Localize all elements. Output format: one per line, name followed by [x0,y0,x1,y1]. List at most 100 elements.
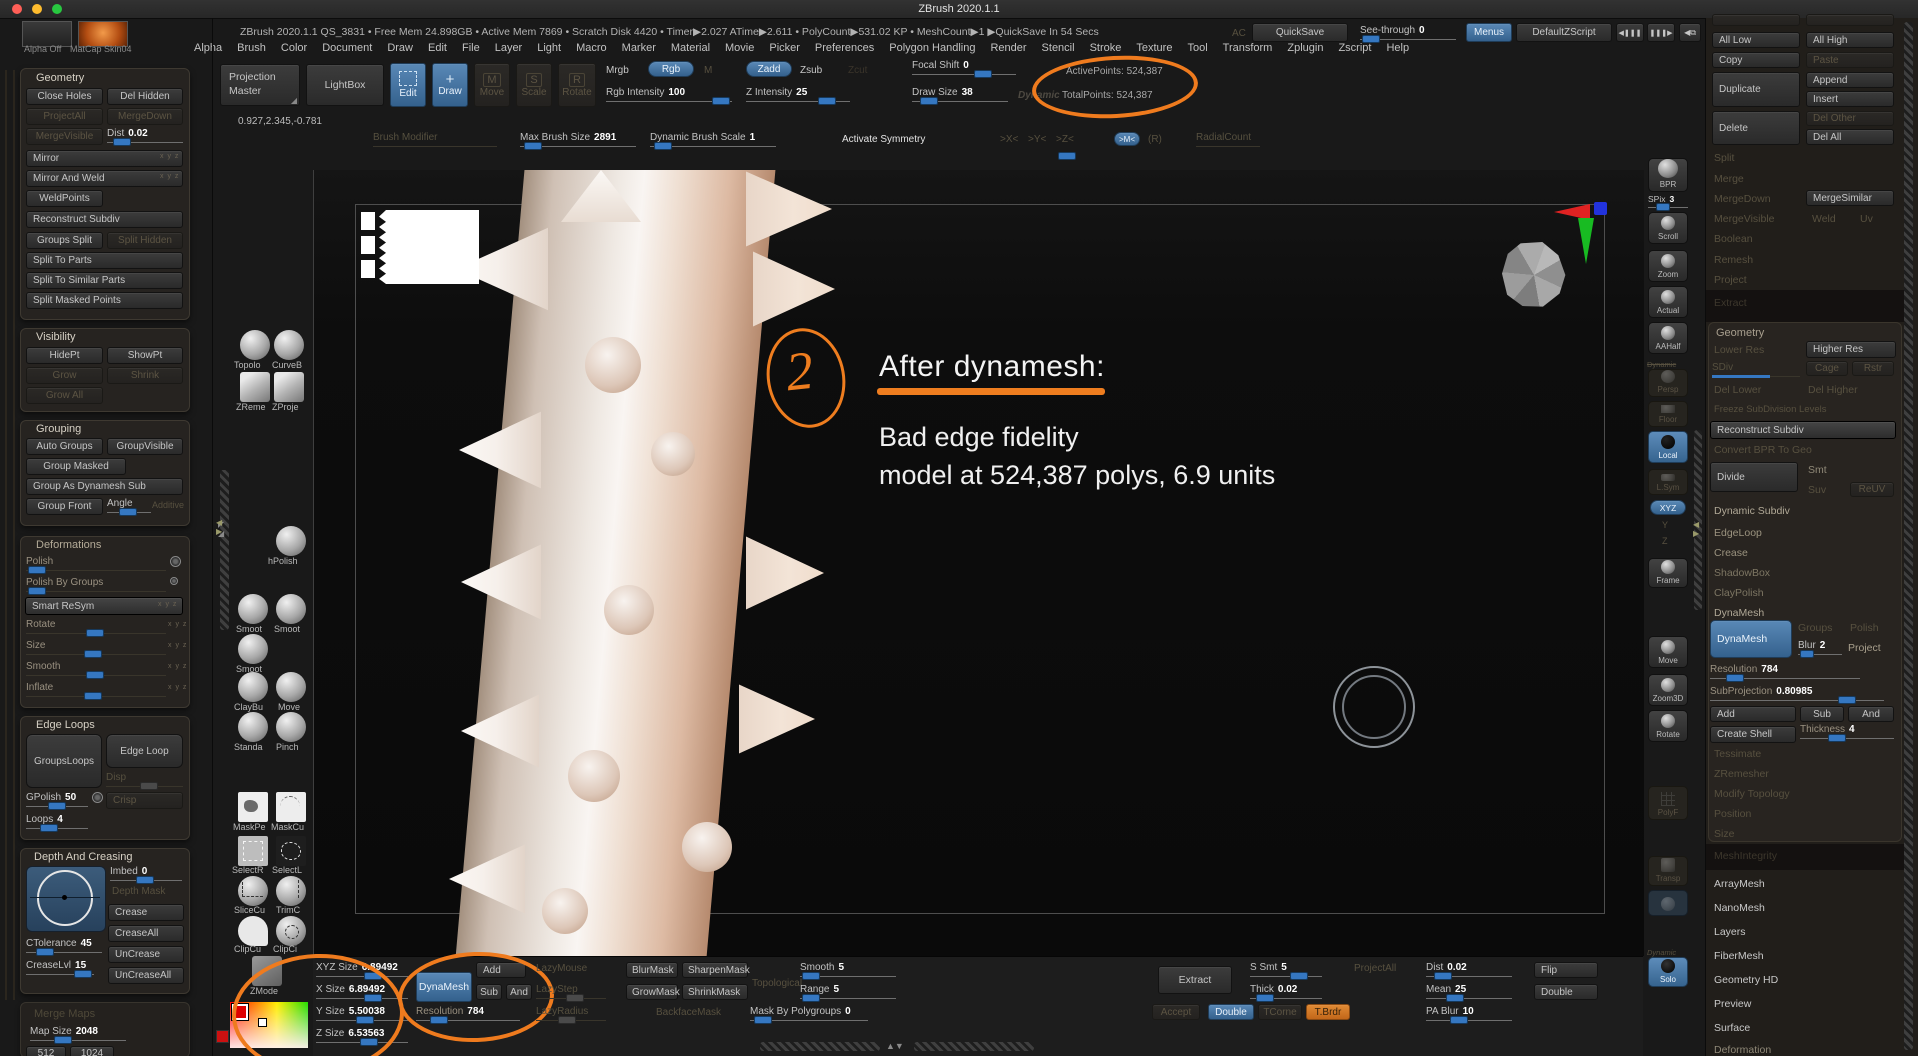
insert-button[interactable]: Insert [1806,91,1894,107]
shrink-button[interactable]: Shrink [107,367,183,384]
group-front-button[interactable]: Group Front [26,498,103,515]
visibility-section-title[interactable]: Visibility [36,331,76,343]
lazymouse-toggle[interactable]: LazyMouse [536,963,587,974]
scroll-button[interactable]: Scroll [1648,212,1688,244]
tessimate-item[interactable]: Tessimate [1714,748,1761,760]
split-to-similar-parts-button[interactable]: Split To Similar Parts [26,272,183,289]
symmetry-extra-knob[interactable] [1058,152,1076,160]
aahalf-button[interactable]: AAHalf [1648,322,1688,354]
focal-shift-slider[interactable]: Focal Shift0 [912,60,1016,75]
transp-button[interactable]: Transp [1648,856,1688,886]
smooth-xyz[interactable]: x y z [168,663,187,670]
subprojection-slider[interactable]: SubProjection0.80985 [1710,686,1884,701]
menu-item-draw[interactable]: Draw [387,42,413,58]
accept-button[interactable]: Accept [1152,1004,1200,1020]
lazystep-slider[interactable]: LazyStep [536,984,606,999]
backfacemask-toggle[interactable]: BackfaceMask [656,1007,721,1018]
depth-mask-toggle[interactable]: Depth Mask [112,886,165,897]
left-divider-collapse-icon[interactable]: ◀▶ [216,518,222,536]
rp-geometry-title[interactable]: Geometry [1716,327,1764,339]
smt-toggle[interactable]: Smt [1808,464,1827,476]
zsub-toggle[interactable]: Zsub [800,65,822,76]
rgb-toggle[interactable]: Rgb [648,61,694,77]
mrgb-toggle[interactable]: Mrgb [606,65,629,76]
ctolerance-slider[interactable]: CTolerance45 [26,938,102,953]
reconstruct-subdiv-button[interactable]: Reconstruct Subdiv [26,211,183,228]
menu-item-picker[interactable]: Picker [769,42,800,58]
project-item[interactable]: Project [1714,274,1747,286]
loops-slider[interactable]: Loops4 [26,814,88,829]
menu-item-material[interactable]: Material [671,42,710,58]
deformation-section[interactable]: Deformation [1714,1044,1771,1056]
surface-section[interactable]: Surface [1714,1022,1750,1034]
angle-slider[interactable]: Angle [107,498,151,513]
del-other-button[interactable]: Del Other [1806,111,1894,126]
shrinkmask-button[interactable]: ShrinkMask [682,984,748,1000]
delete-button[interactable]: Delete [1712,111,1800,145]
tool-panel-scrollbar[interactable] [1904,22,1913,1050]
dynamesh-group-label[interactable]: DynaMesh [1714,607,1764,619]
subtool-cut-button-2[interactable] [1806,14,1894,26]
divide-button[interactable]: Divide [1710,462,1798,492]
move-3d-button[interactable]: Move [1648,636,1688,668]
showpt-button[interactable]: ShowPt [107,347,183,364]
symmetry-m-toggle[interactable]: >M< [1114,132,1140,146]
edit-button[interactable]: Edit [390,63,426,107]
grow-all-button[interactable]: Grow All [26,387,103,404]
spix-slider[interactable]: SPix3 [1648,194,1688,208]
rotate-xyz[interactable]: x y z [168,621,187,628]
menu-item-render[interactable]: Render [990,42,1026,58]
menu-item-preferences[interactable]: Preferences [815,42,874,58]
disp-slider[interactable]: Disp [106,772,183,787]
ghost-button[interactable] [1648,890,1688,916]
gyro-y-icon[interactable]: Y [1662,520,1668,530]
polish-toggle[interactable]: Polish [1850,622,1879,634]
edge-loops-section-title[interactable]: Edge Loops [36,719,95,731]
menu-item-zplugin[interactable]: Zplugin [1287,42,1323,58]
menus-button[interactable]: Menus [1466,23,1512,42]
modify-topology-item[interactable]: Modify Topology [1714,788,1790,800]
size-item[interactable]: Size [1714,828,1734,840]
project-all-button[interactable]: ProjectAll [26,108,103,125]
merge-item[interactable]: Merge [1714,173,1744,185]
menu-item-layer[interactable]: Layer [495,42,523,58]
inflate-xyz[interactable]: x y z [168,684,187,691]
thick-slider[interactable]: Thick0.02 [1250,984,1322,999]
del-higher-item[interactable]: Del Higher [1808,384,1858,396]
blurmask-button[interactable]: BlurMask [626,962,678,978]
preview-section[interactable]: Preview [1714,998,1751,1010]
s-smt-slider[interactable]: S Smt5 [1250,962,1322,977]
menu-item-help[interactable]: Help [1386,42,1409,58]
geometry-section-title[interactable]: Geometry [36,72,84,84]
double-toggle-button[interactable]: Double [1208,1004,1254,1020]
polish-mode-icon[interactable] [170,556,181,567]
rotate-deform-slider[interactable]: Rotate [26,619,166,634]
polish-by-groups-slider[interactable]: Polish By Groups [26,577,166,592]
solo-button[interactable]: Solo [1648,957,1688,987]
auto-groups-button[interactable]: Auto Groups [26,438,103,455]
actual-size-button[interactable]: Actual [1648,286,1688,318]
mergesimilar-button[interactable]: MergeSimilar [1806,190,1894,206]
brush-icon-smooth3[interactable] [238,634,268,664]
dist-slider[interactable]: Dist0.02 [107,128,183,143]
frame-button[interactable]: Frame [1648,558,1688,588]
size-deform-slider[interactable]: Size [26,640,166,655]
secondary-color-swatch[interactable] [216,1030,229,1043]
map-size-slider[interactable]: Map Size2048 [30,1026,126,1041]
rotate-3d-button[interactable]: Rotate [1648,710,1688,742]
nanomesh-section[interactable]: NanoMesh [1714,902,1765,914]
rp-reconstruct-subdiv-button[interactable]: Reconstruct Subdiv [1710,421,1896,439]
lsym-button[interactable]: L.Sym [1648,469,1688,495]
mirror-xyz[interactable]: x y z [160,153,179,160]
claypolish-item[interactable]: ClayPolish [1714,587,1764,599]
group-visible-button[interactable]: GroupVisible [107,438,183,455]
flip-button[interactable]: Flip [1534,962,1598,978]
uncrease-all-button[interactable]: UnCreaseAll [108,967,184,984]
mergevisible-item[interactable]: MergeVisible [1714,213,1775,225]
grouping-section-title[interactable]: Grouping [36,423,81,435]
blur-slider[interactable]: Blur2 [1798,640,1842,655]
del-lower-item[interactable]: Del Lower [1714,384,1761,396]
groups-loops-button[interactable]: GroupsLoops [26,734,102,788]
reuv-button[interactable]: ReUV [1850,482,1894,497]
crease-button[interactable]: Crease [108,904,184,921]
